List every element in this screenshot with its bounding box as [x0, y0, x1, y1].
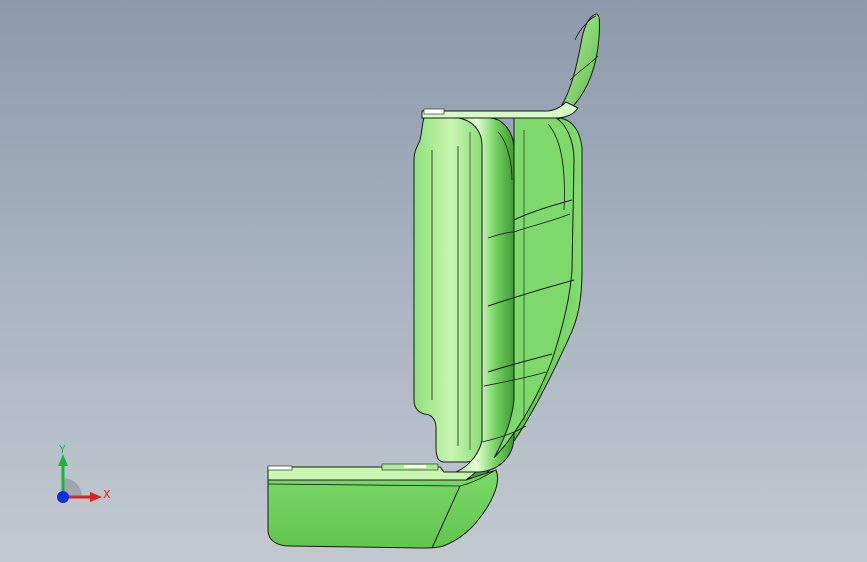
graphics-viewport[interactable]: Y X: [0, 0, 867, 562]
top-lip: [421, 101, 579, 119]
upper-tab: [559, 13, 601, 118]
bottom-flange-top: [267, 466, 478, 481]
x-axis-label: X: [103, 488, 111, 501]
coordinate-triad: Y X: [57, 443, 111, 503]
x-axis-arrow: [90, 492, 102, 502]
z-axis-dot: [57, 491, 69, 503]
y-axis-label: Y: [58, 443, 66, 456]
inner-panel: [413, 117, 489, 463]
base-block: [267, 469, 499, 549]
part-model[interactable]: [0, 0, 867, 562]
